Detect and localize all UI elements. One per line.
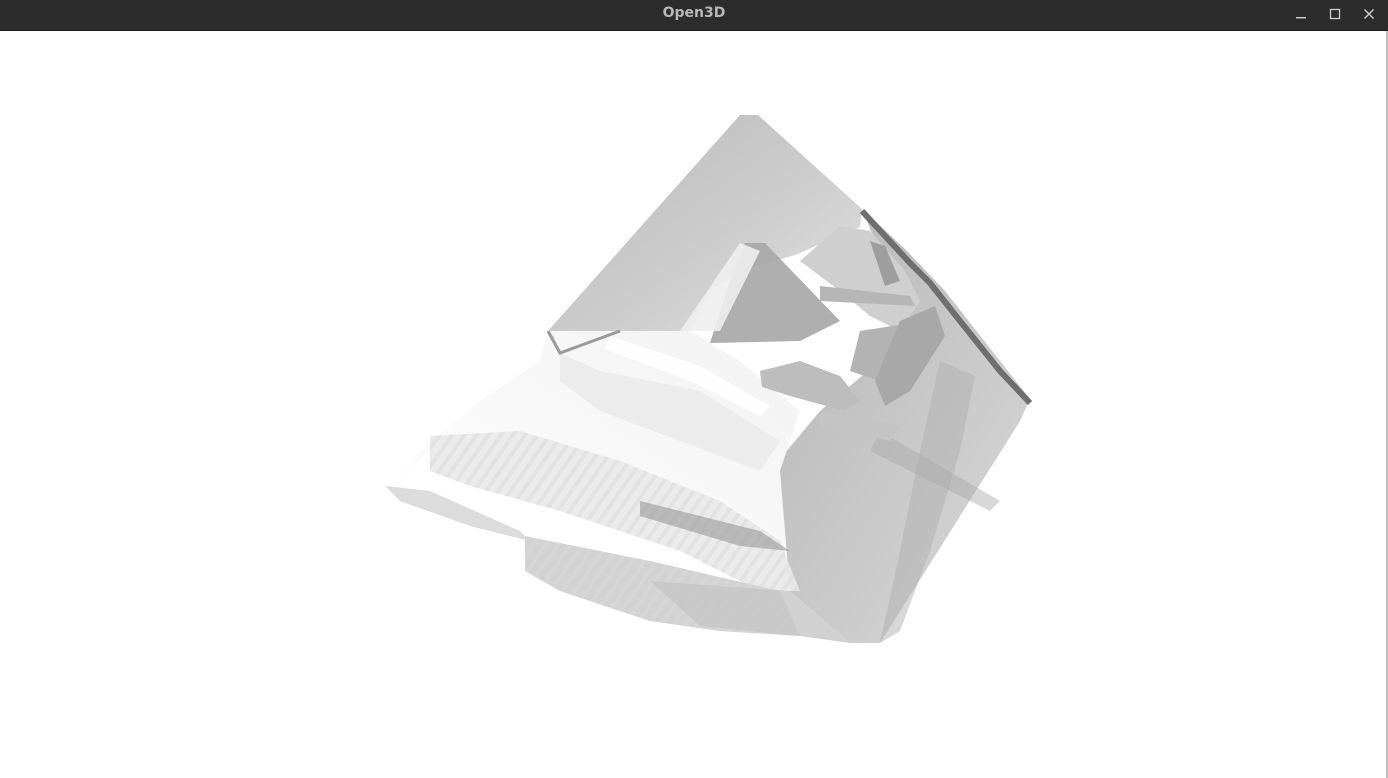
close-button[interactable]	[1352, 0, 1386, 28]
title-bar[interactable]: Open3D	[0, 0, 1388, 31]
minimize-button[interactable]	[1284, 0, 1318, 28]
window-title: Open3D	[662, 5, 726, 21]
maximize-icon	[1329, 8, 1341, 20]
3d-viewport[interactable]	[0, 31, 1388, 778]
maximize-button[interactable]	[1318, 0, 1352, 28]
close-icon	[1363, 8, 1375, 20]
minimize-icon	[1295, 8, 1307, 20]
app-window: Open3D	[0, 0, 1388, 778]
point-cloud-render	[385, 115, 1033, 643]
